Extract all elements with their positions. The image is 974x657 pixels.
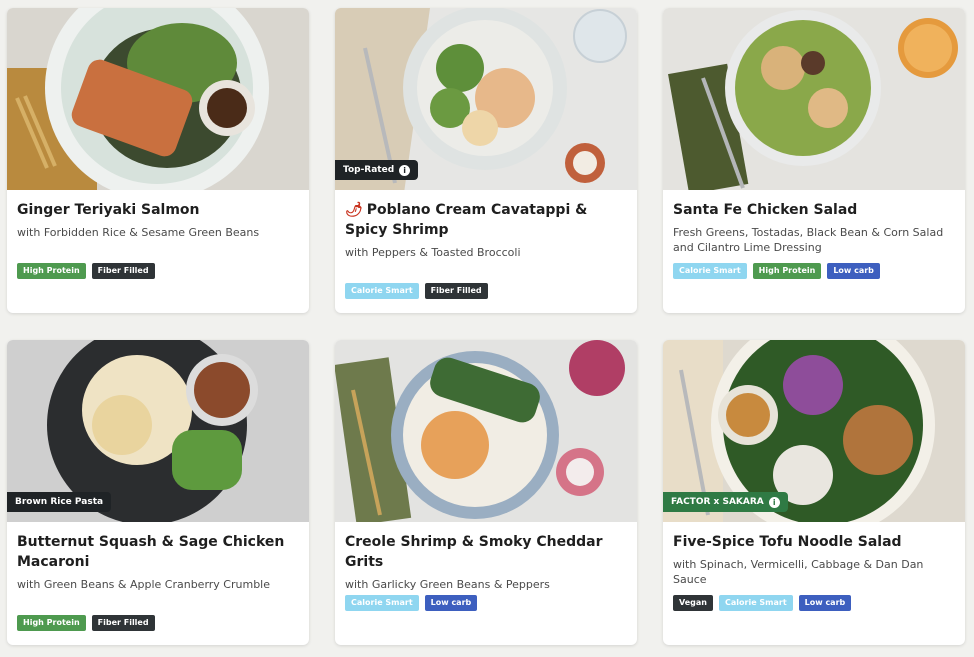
tag-fiber-filled: Fiber Filled bbox=[91, 615, 155, 631]
meal-image[interactable]: Brown Rice Pasta bbox=[7, 340, 309, 522]
meal-card-santa-fe-chicken-salad[interactable]: Santa Fe Chicken Salad Fresh Greens, Tos… bbox=[663, 8, 965, 313]
tag-calorie-smart: Calorie Smart bbox=[673, 263, 747, 279]
tag-list: Vegan Calorie Smart Low carb bbox=[673, 595, 852, 611]
tag-low-carb: Low carb bbox=[424, 595, 478, 611]
tag-low-carb: Low carb bbox=[798, 595, 852, 611]
meal-title[interactable]: Ginger Teriyaki Salmon bbox=[17, 200, 299, 220]
tag-fiber-filled: Fiber Filled bbox=[424, 283, 488, 299]
meal-title-text: Poblano Cream Cavatappi & Spicy Shrimp bbox=[345, 202, 588, 238]
meal-title[interactable]: Five-Spice Tofu Noodle Salad bbox=[673, 532, 955, 552]
tag-list: High Protein Fiber Filled bbox=[17, 263, 155, 279]
meal-card-creole-shrimp-grits[interactable]: Creole Shrimp & Smoky Cheddar Grits with… bbox=[335, 340, 637, 645]
meal-subtitle: with Spinach, Vermicelli, Cabbage & Dan … bbox=[673, 558, 924, 586]
meal-subtitle: with Peppers & Toasted Broccoli bbox=[345, 246, 521, 259]
meal-card-butternut-squash-macaroni[interactable]: Brown Rice Pasta Butternut Squash & Sage… bbox=[7, 340, 309, 645]
info-icon[interactable]: i bbox=[399, 164, 411, 176]
tag-list: Calorie Smart Low carb bbox=[345, 595, 478, 611]
factor-sakara-badge[interactable]: FACTOR x SAKARA i bbox=[663, 492, 788, 512]
meal-subtitle: with Green Beans & Apple Cranberry Crumb… bbox=[17, 578, 270, 591]
tag-calorie-smart: Calorie Smart bbox=[719, 595, 793, 611]
tag-list: Calorie Smart Fiber Filled bbox=[345, 283, 488, 299]
tag-high-protein: High Protein bbox=[17, 263, 86, 279]
meal-image[interactable]: Top-Rated i bbox=[335, 8, 637, 190]
badge-label: Brown Rice Pasta bbox=[15, 497, 104, 507]
meal-title[interactable]: 🌶 Poblano Cream Cavatappi & Spicy Shrimp bbox=[345, 200, 627, 240]
meal-subtitle: with Forbidden Rice & Sesame Green Beans bbox=[17, 226, 260, 239]
tag-calorie-smart: Calorie Smart bbox=[345, 595, 419, 611]
meal-subtitle: with Garlicky Green Beans & Peppers bbox=[345, 578, 550, 591]
tag-low-carb: Low carb bbox=[827, 263, 880, 279]
meal-title[interactable]: Creole Shrimp & Smoky Cheddar Grits bbox=[345, 532, 627, 572]
meal-title[interactable]: Butternut Squash & Sage Chicken Macaroni bbox=[17, 532, 299, 572]
brown-rice-pasta-badge: Brown Rice Pasta bbox=[7, 492, 112, 512]
meal-title[interactable]: Santa Fe Chicken Salad bbox=[673, 200, 955, 220]
meal-card-poblano-cream-cavatappi[interactable]: Top-Rated i 🌶 Poblano Cream Cavatappi & S… bbox=[335, 8, 637, 313]
tag-list: Calorie Smart High Protein Low carb bbox=[673, 263, 880, 279]
meal-image[interactable]: FACTOR x SAKARA i bbox=[663, 340, 965, 522]
badge-label: Top-Rated bbox=[343, 165, 395, 175]
meal-card-five-spice-tofu-noodle-salad[interactable]: FACTOR x SAKARA i Five-Spice Tofu Noodle… bbox=[663, 340, 965, 645]
meal-subtitle: Fresh Greens, Tostadas, Black Bean & Cor… bbox=[673, 226, 944, 254]
meal-image[interactable] bbox=[335, 340, 637, 522]
tag-high-protein: High Protein bbox=[17, 615, 86, 631]
meal-card-ginger-teriyaki-salmon[interactable]: Ginger Teriyaki Salmon with Forbidden Ri… bbox=[7, 8, 309, 313]
tag-vegan: Vegan bbox=[673, 595, 713, 611]
info-icon[interactable]: i bbox=[768, 496, 780, 508]
badge-label: FACTOR x SAKARA bbox=[671, 497, 764, 507]
tag-calorie-smart: Calorie Smart bbox=[345, 283, 419, 299]
tag-list: High Protein Fiber Filled bbox=[17, 615, 155, 631]
tag-high-protein: High Protein bbox=[752, 263, 822, 279]
tag-fiber-filled: Fiber Filled bbox=[91, 263, 155, 279]
meal-image[interactable] bbox=[7, 8, 309, 190]
top-rated-badge[interactable]: Top-Rated i bbox=[335, 160, 419, 180]
meal-image[interactable] bbox=[663, 8, 965, 190]
chili-icon: 🌶 bbox=[345, 202, 363, 218]
